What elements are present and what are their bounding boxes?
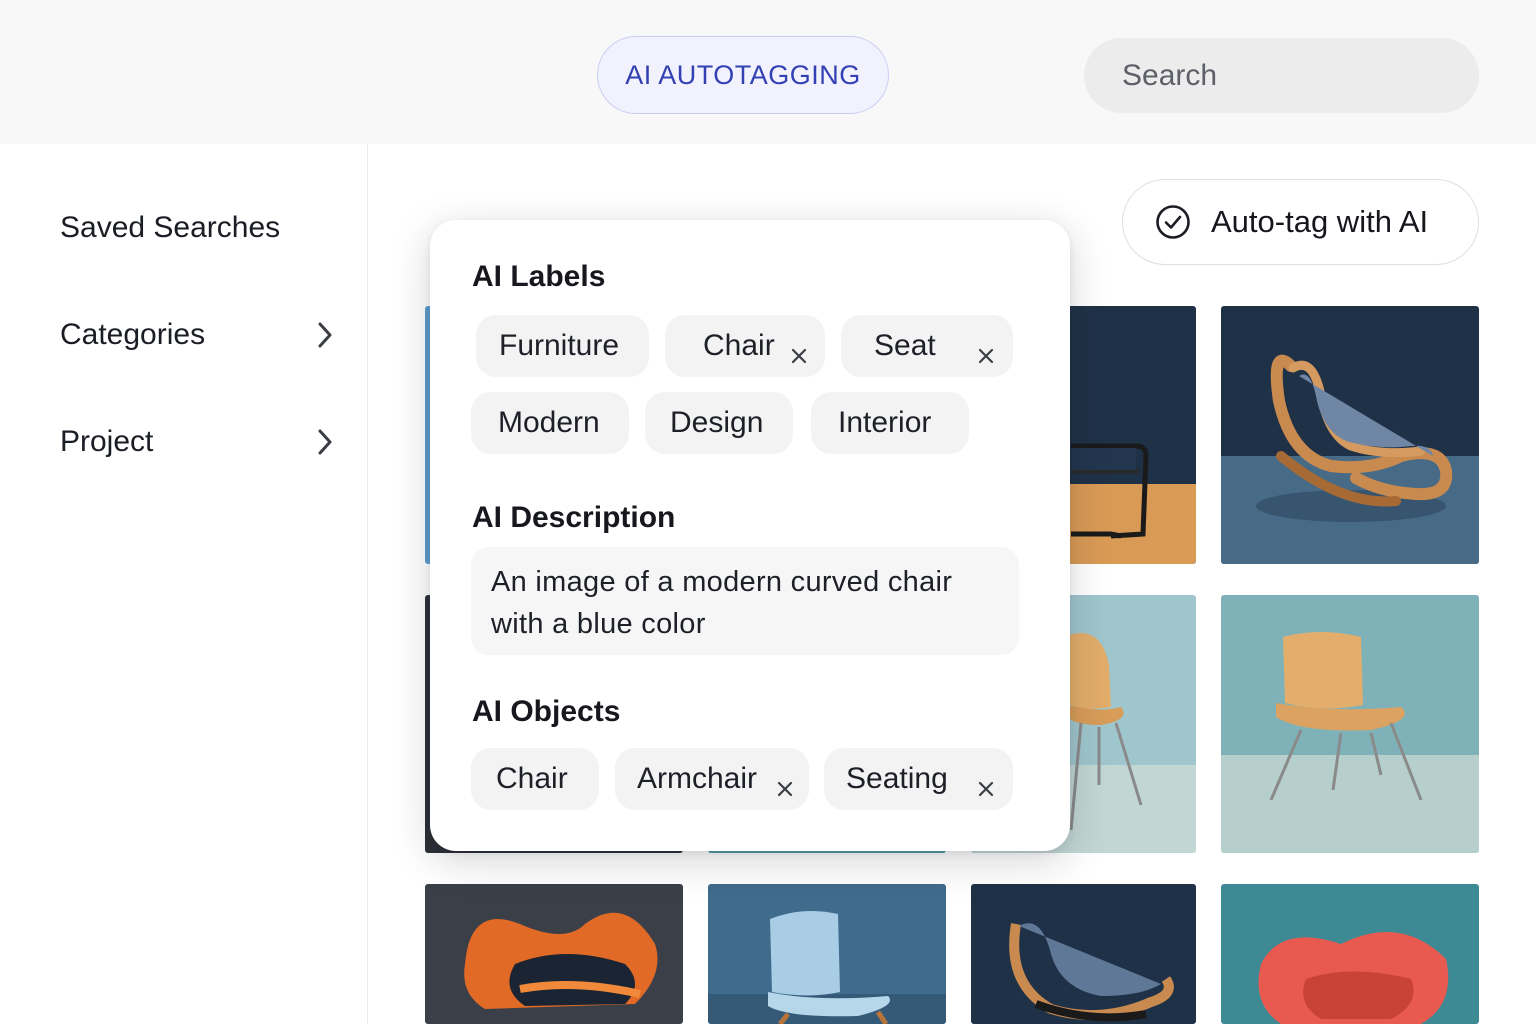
search-input[interactable] (1122, 58, 1442, 93)
object-chip-text: Seating (846, 762, 948, 795)
ai-description-line: An image of a modern curved chair (491, 566, 953, 598)
sidebar-item-label: Categories (60, 318, 206, 351)
label-chip[interactable]: Modern (471, 392, 629, 454)
image-thumbnail[interactable] (1221, 884, 1479, 1024)
label-chip-text: Seat (874, 329, 936, 362)
ai-objects-heading: AI Objects (472, 695, 621, 728)
ai-description-text: An image of a modern curved chair with a… (471, 547, 1019, 655)
image-thumbnail[interactable] (1221, 306, 1479, 564)
object-chip[interactable]: Chair (471, 748, 599, 810)
label-chip[interactable]: Interior (811, 392, 969, 454)
close-icon[interactable] (978, 338, 994, 364)
check-circle-icon (1155, 204, 1191, 240)
close-icon[interactable] (777, 771, 793, 797)
sidebar-item-label: Saved Searches (60, 211, 281, 244)
sidebar-item-saved-searches[interactable]: Saved Searches (60, 200, 335, 256)
label-chip[interactable]: Design (645, 392, 793, 454)
sidebar-item-project[interactable]: Project (60, 414, 335, 470)
label-chip-text: Interior (838, 406, 932, 439)
object-chip-text: Chair (496, 762, 568, 795)
auto-tag-button[interactable]: Auto-tag with AI (1122, 179, 1479, 265)
object-chip[interactable]: Armchair (615, 748, 809, 810)
ai-description-line: with a blue color (491, 608, 706, 640)
label-chip-text: Chair (703, 329, 775, 362)
label-chip[interactable]: Furniture (476, 315, 649, 377)
sidebar-item-categories[interactable]: Categories (60, 307, 335, 363)
label-chip-text: Furniture (499, 329, 620, 362)
chevron-right-icon (315, 321, 335, 349)
chevron-right-icon (315, 428, 335, 456)
object-chip-text: Armchair (637, 762, 758, 795)
ai-labels-heading: AI Labels (472, 260, 606, 293)
label-chip[interactable]: Chair (665, 315, 825, 377)
page: AI AUTOTAGGING Saved Searches Categories… (0, 0, 1536, 1024)
image-thumbnail[interactable] (971, 884, 1196, 1024)
image-thumbnail[interactable] (425, 884, 683, 1024)
tab-ai-autotagging-label: AI AUTOTAGGING (625, 59, 861, 90)
sidebar-item-label: Project (60, 425, 154, 458)
ai-description-heading: AI Description (472, 501, 676, 534)
label-chip-text: Modern (498, 406, 600, 439)
top-bar: AI AUTOTAGGING (0, 0, 1536, 144)
tab-ai-autotagging[interactable]: AI AUTOTAGGING (597, 36, 889, 114)
ai-tags-panel: AI Labels Furniture Chair Seat Modern De… (430, 220, 1070, 851)
image-thumbnail[interactable] (708, 884, 946, 1024)
search-box[interactable] (1084, 38, 1479, 113)
close-icon[interactable] (791, 338, 807, 364)
close-icon[interactable] (978, 771, 994, 797)
image-thumbnail[interactable] (1221, 595, 1479, 853)
object-chip[interactable]: Seating (824, 748, 1013, 810)
label-chip[interactable]: Seat (841, 315, 1013, 377)
sidebar: Saved Searches Categories Project (0, 144, 368, 1024)
label-chip-text: Design (670, 406, 764, 439)
auto-tag-button-label: Auto-tag with AI (1211, 204, 1429, 239)
